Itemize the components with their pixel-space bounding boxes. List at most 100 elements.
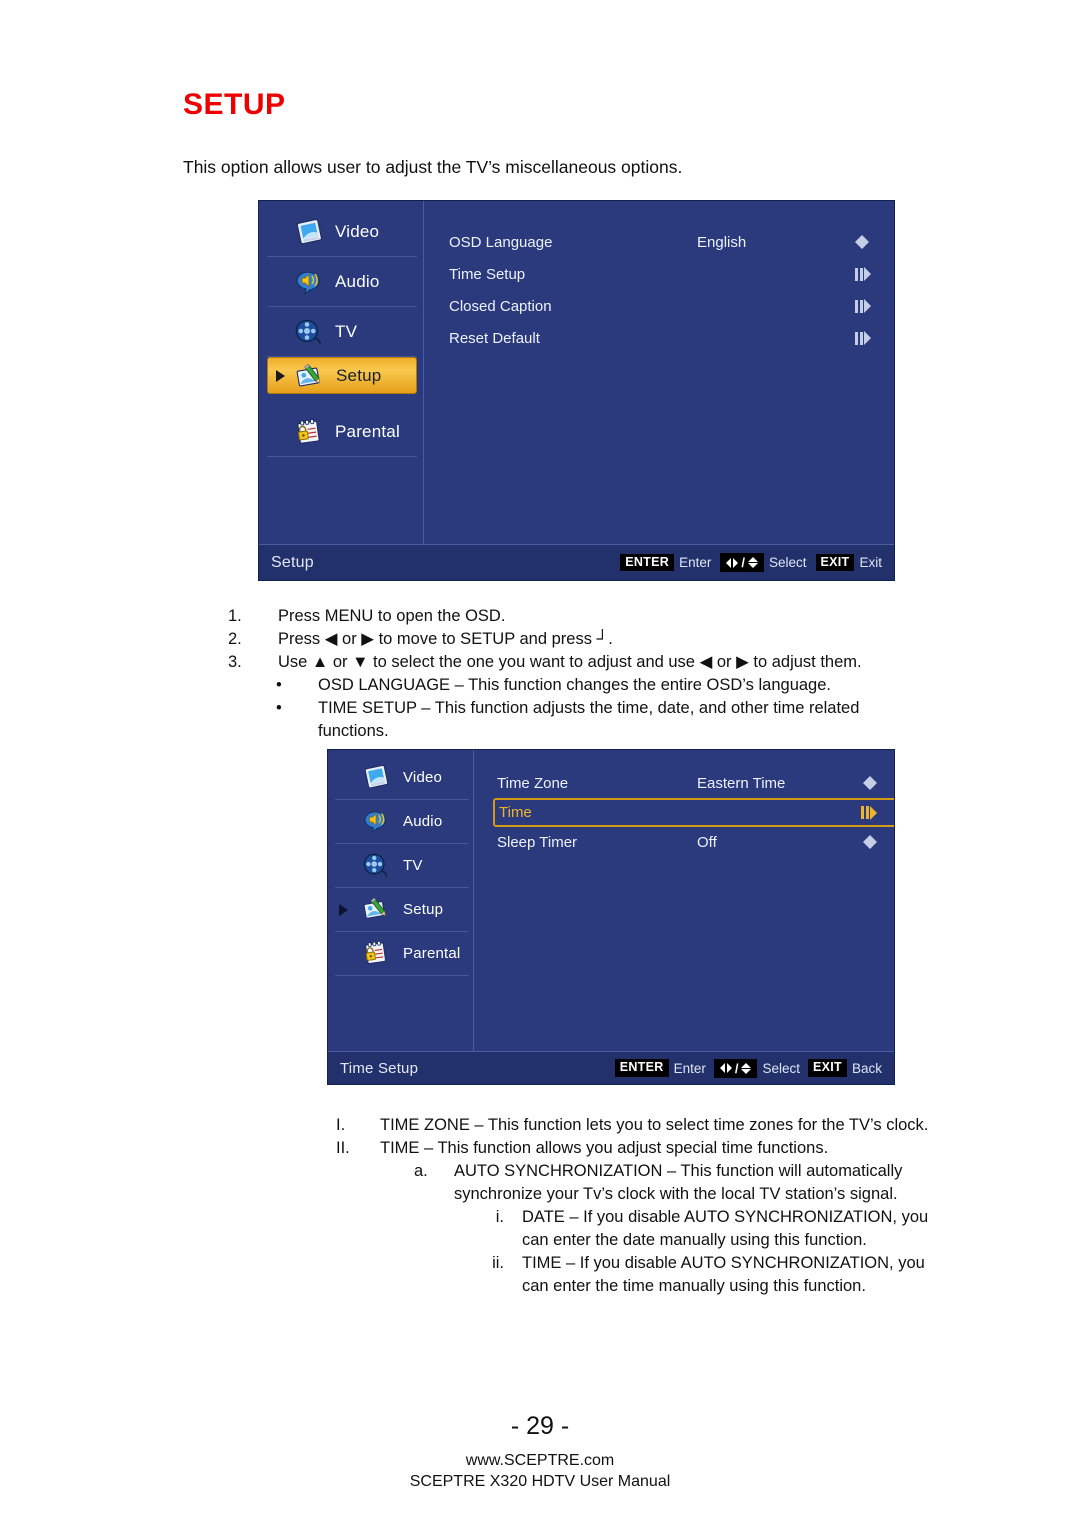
osd-row-reset-default[interactable]: Reset Default <box>449 325 889 351</box>
sidebar-item-label: TV <box>335 321 358 341</box>
hint-enter[interactable]: ENTER Enter <box>614 1059 706 1077</box>
osd-time-setup-sidebar: Video Audio TV Setup Parental <box>328 750 474 1084</box>
bars-right-arrow-icon[interactable] <box>861 805 877 820</box>
page-number: - 29 - <box>510 1412 570 1440</box>
list-item: functions. <box>228 720 1008 743</box>
osd-row-label: Time Zone <box>497 774 569 792</box>
osd-row-osd-language[interactable]: OSD Language English <box>449 229 889 255</box>
list-marker: • <box>276 676 282 694</box>
hint-label: Select <box>762 1060 800 1076</box>
enter-key-badge: ENTER <box>620 553 675 572</box>
osd-row-label: Time <box>499 804 532 821</box>
list-item: ii. TIME – If you disable AUTO SYNCHRONI… <box>336 1252 1036 1275</box>
sidebar-item-video[interactable]: Video <box>335 756 469 800</box>
page-title: SETUP <box>183 88 286 121</box>
list-item: 2. Press ◀ or ▶ to move to SETUP and pre… <box>228 628 1008 651</box>
sidebar-item-label: Video <box>403 769 443 786</box>
list-text: OSD LANGUAGE – This function changes the… <box>318 676 831 694</box>
list-marker: a. <box>414 1162 428 1180</box>
hint-exit[interactable]: EXIT Exit <box>815 553 882 572</box>
left-right-arrows-icon[interactable] <box>863 776 877 790</box>
osd-row-value: English <box>697 233 747 251</box>
sidebar-item-parental[interactable]: Parental <box>335 932 469 976</box>
sidebar-item-setup[interactable]: Setup <box>267 357 417 394</box>
sidebar-item-setup[interactable]: Setup <box>335 888 469 932</box>
hint-select[interactable]: / Select <box>720 553 807 572</box>
audio-speaker-icon <box>361 807 395 837</box>
setup-steps-list: 1. Press MENU to open the OSD. 2. Press … <box>228 605 1008 743</box>
direction-keys-badge-icon: / <box>713 1058 758 1078</box>
osd-row-label: Sleep Timer <box>497 833 578 851</box>
sidebar-item-video[interactable]: Video <box>267 207 417 257</box>
list-item: can enter the date manually using this f… <box>336 1229 1036 1252</box>
hint-label: Select <box>768 555 807 570</box>
sidebar-item-audio[interactable]: Audio <box>267 257 417 307</box>
list-text: TIME ZONE – This function lets you to se… <box>380 1116 929 1134</box>
sidebar-item-label: Video <box>335 221 380 241</box>
left-right-arrows-icon[interactable] <box>863 835 877 849</box>
hint-label: Enter <box>679 555 712 570</box>
hint-label: Enter <box>673 1060 706 1076</box>
sidebar-item-parental[interactable]: Parental <box>267 407 417 457</box>
enter-key-badge: ENTER <box>614 1059 669 1077</box>
list-marker: • <box>276 699 282 717</box>
bars-right-arrow-icon[interactable] <box>855 267 871 281</box>
osd-row-closed-caption[interactable]: Closed Caption <box>449 293 889 319</box>
list-marker: 1. <box>228 607 242 625</box>
sidebar-item-tv[interactable]: TV <box>267 307 417 357</box>
hint-label: Back <box>851 1060 882 1076</box>
osd-footer-hints: ENTER Enter / Select EXIT Back <box>614 1058 882 1078</box>
osd-setup-footer: Setup ENTER Enter / Select EXIT Exit <box>259 544 894 580</box>
list-text: Use ▲ or ▼ to select the one you want to… <box>278 653 862 671</box>
osd-row-sleep-timer[interactable]: Sleep Timer Off <box>497 829 894 855</box>
sidebar-item-label: Audio <box>403 813 443 830</box>
hint-enter[interactable]: ENTER Enter <box>620 553 712 572</box>
sidebar-item-audio[interactable]: Audio <box>335 800 469 844</box>
osd-time-setup-footer: Time Setup ENTER Enter / Select EXIT Bac… <box>328 1051 894 1084</box>
video-monitor-icon <box>293 217 327 247</box>
list-text: TIME – This function allows you adjust s… <box>380 1139 829 1157</box>
list-item: i. DATE – If you disable AUTO SYNCHRONIZ… <box>336 1206 1036 1229</box>
osd-row-label: OSD Language <box>449 233 553 251</box>
list-marker: ii. <box>492 1254 504 1272</box>
osd-time-setup-main: Time Zone Eastern Time Time Sleep Timer … <box>475 750 894 1084</box>
exit-key-badge: EXIT <box>815 553 855 572</box>
setup-pencil-icon <box>361 895 395 925</box>
list-item: 3. Use ▲ or ▼ to select the one you want… <box>228 651 1008 674</box>
list-item: synchronize your Tv’s clock with the loc… <box>336 1183 1036 1206</box>
osd-footer-title: Setup <box>271 553 314 571</box>
bars-right-arrow-icon[interactable] <box>855 331 871 345</box>
selection-pointer-icon <box>339 903 348 916</box>
hint-label: Exit <box>859 555 882 570</box>
video-monitor-icon <box>361 763 395 793</box>
osd-time-setup-screenshot: Video Audio TV Setup Parental Time Zone … <box>327 749 895 1085</box>
manual-footer: SCEPTRE X320 HDTV User Manual <box>409 1473 671 1490</box>
hint-select[interactable]: / Select <box>713 1058 800 1078</box>
sidebar-item-tv[interactable]: TV <box>335 844 469 888</box>
list-marker: i. <box>495 1208 504 1226</box>
osd-footer-title: Time Setup <box>340 1059 419 1077</box>
list-marker: 3. <box>228 653 242 671</box>
list-text: TIME – If you disable AUTO SYNCHRONIZATI… <box>522 1254 925 1272</box>
list-text: functions. <box>318 722 389 740</box>
list-text: synchronize your Tv’s clock with the loc… <box>454 1185 898 1203</box>
list-text: Press ◀ or ▶ to move to SETUP and press … <box>278 630 613 648</box>
list-text: Press MENU to open the OSD. <box>278 607 506 625</box>
sidebar-item-label: Parental <box>403 945 461 962</box>
list-marker: II. <box>336 1139 350 1157</box>
osd-row-time[interactable]: Time <box>493 798 894 827</box>
left-right-arrows-icon[interactable] <box>855 235 869 249</box>
osd-row-label: Closed Caption <box>449 297 552 315</box>
website-url: www.SCEPTRE.com <box>465 1452 615 1469</box>
list-item: can enter the time manually using this f… <box>336 1275 1036 1298</box>
selection-pointer-icon <box>276 369 285 382</box>
bars-right-arrow-icon[interactable] <box>855 299 871 313</box>
sidebar-item-label: Setup <box>336 365 382 385</box>
osd-row-time-zone[interactable]: Time Zone Eastern Time <box>497 770 894 796</box>
osd-setup-screenshot: Video Audio TV Setup Parental OSD Langua… <box>258 200 895 581</box>
parental-lock-icon <box>361 939 395 969</box>
sidebar-item-label: TV <box>403 857 423 874</box>
hint-back[interactable]: EXIT Back <box>808 1059 882 1077</box>
osd-setup-main: OSD Language English Time Setup Closed C… <box>425 201 894 580</box>
osd-row-time-setup[interactable]: Time Setup <box>449 261 889 287</box>
